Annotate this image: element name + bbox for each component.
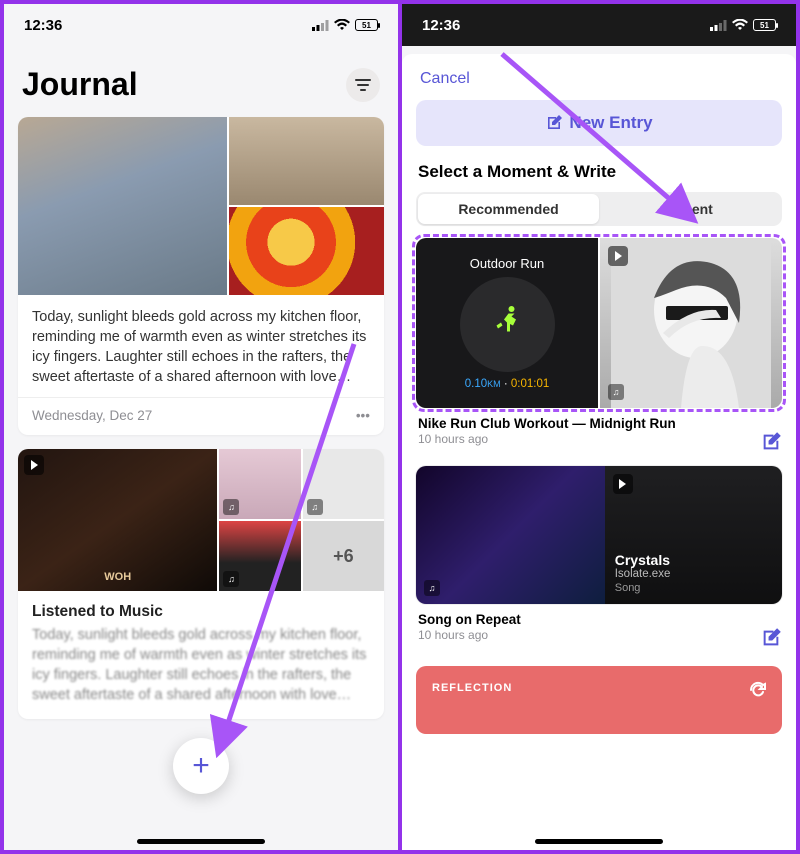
- new-entry-button[interactable]: New Entry: [416, 100, 782, 146]
- cancel-button[interactable]: Cancel: [416, 64, 782, 100]
- phone-right: 12:36 51 Cancel New Entry Select a Momen…: [402, 4, 796, 850]
- entry-date: Wednesday, Dec 27: [32, 408, 152, 423]
- album-art-thumb: ♫: [219, 521, 300, 591]
- music-icon: ♫: [223, 571, 239, 587]
- play-icon: [613, 474, 633, 494]
- clock: 12:36: [422, 17, 460, 34]
- add-entry-button[interactable]: +: [173, 738, 229, 794]
- music-icon: ♫: [424, 580, 440, 596]
- album-art-thumb: ♫: [219, 449, 300, 519]
- song-artwork: ♫: [416, 466, 605, 604]
- reflection-card[interactable]: REFLECTION: [416, 666, 782, 734]
- filter-icon: [355, 79, 371, 91]
- moment-card-wrapper: Outdoor Run 0.10KM · 0:01:01: [416, 238, 782, 408]
- entry-body-text-blurred: Today, sunlight bleeds gold across my ki…: [18, 625, 384, 719]
- home-indicator[interactable]: [137, 839, 265, 844]
- music-icon: ♫: [608, 384, 624, 400]
- media-tile: ♫: [600, 238, 782, 408]
- play-icon: [608, 246, 628, 266]
- journal-entry-card[interactable]: Today, sunlight bleeds gold across my ki…: [18, 117, 384, 435]
- clock: 12:36: [24, 17, 62, 34]
- play-icon: [24, 455, 44, 475]
- moment-title: Nike Run Club Workout — Midnight Run: [416, 408, 782, 431]
- music-icon: ♫: [307, 499, 323, 515]
- album-art-thumb: ♫: [303, 449, 384, 519]
- workout-tile: Outdoor Run 0.10KM · 0:01:01: [416, 238, 598, 408]
- wifi-icon: [732, 19, 748, 31]
- moment-timestamp: 10 hours ago: [416, 627, 782, 642]
- album-art-overflow: +6: [303, 521, 384, 591]
- moment-title: Song on Repeat: [416, 604, 782, 627]
- edit-icon[interactable]: [760, 627, 782, 649]
- entry-body-text: Today, sunlight bleeds gold across my ki…: [18, 295, 384, 397]
- entry-image-grid: [18, 117, 384, 295]
- music-icon: ♫: [223, 499, 239, 515]
- status-bar: 12:36 51: [402, 4, 796, 46]
- music-image-grid: WOH ♫ ♫ ♫ +6: [18, 449, 384, 591]
- cellular-icon: [312, 20, 329, 31]
- status-bar: 12:36 51: [4, 4, 398, 46]
- section-heading: Select a Moment & Write: [416, 146, 782, 192]
- compose-icon: [545, 114, 563, 132]
- phone-left: 12:36 51 Journal Today, sunlight bleeds …: [4, 4, 398, 850]
- wifi-icon: [334, 19, 350, 31]
- tab-recommended[interactable]: Recommended: [418, 194, 599, 224]
- workout-name: Outdoor Run: [470, 256, 544, 271]
- song-title: Crystals: [615, 552, 772, 568]
- refresh-icon[interactable]: [748, 680, 768, 705]
- activity-ring: [460, 277, 555, 372]
- entry-title: Listened to Music: [18, 591, 384, 625]
- moment-card[interactable]: ♫ Crystals Isolate.exe Song: [416, 466, 782, 604]
- entry-more-button[interactable]: •••: [356, 408, 370, 423]
- reflection-label: REFLECTION: [432, 682, 766, 694]
- battery-icon: 51: [355, 19, 378, 31]
- segmented-control: Recommended Recent: [416, 192, 782, 226]
- album-art-main: WOH: [18, 449, 217, 591]
- cellular-icon: [710, 20, 727, 31]
- edit-icon[interactable]: [760, 431, 782, 453]
- workout-stats: 0.10KM · 0:01:01: [465, 378, 550, 390]
- battery-icon: 51: [753, 19, 776, 31]
- entry-image-thumb: [229, 207, 384, 295]
- page-title: Journal: [22, 66, 138, 103]
- moment-timestamp: 10 hours ago: [416, 431, 782, 446]
- moment-card[interactable]: Outdoor Run 0.10KM · 0:01:01: [416, 238, 782, 408]
- song-type: Song: [615, 582, 772, 594]
- entry-image-thumb: [229, 117, 384, 205]
- home-indicator[interactable]: [535, 839, 663, 844]
- song-artist: Isolate.exe: [615, 568, 772, 580]
- runner-icon: [489, 303, 525, 347]
- filter-button[interactable]: [346, 68, 380, 102]
- tab-recent[interactable]: Recent: [599, 194, 780, 224]
- entry-image-main: [18, 117, 227, 295]
- journal-entry-card[interactable]: WOH ♫ ♫ ♫ +6 Listened to Music Today, su…: [18, 449, 384, 719]
